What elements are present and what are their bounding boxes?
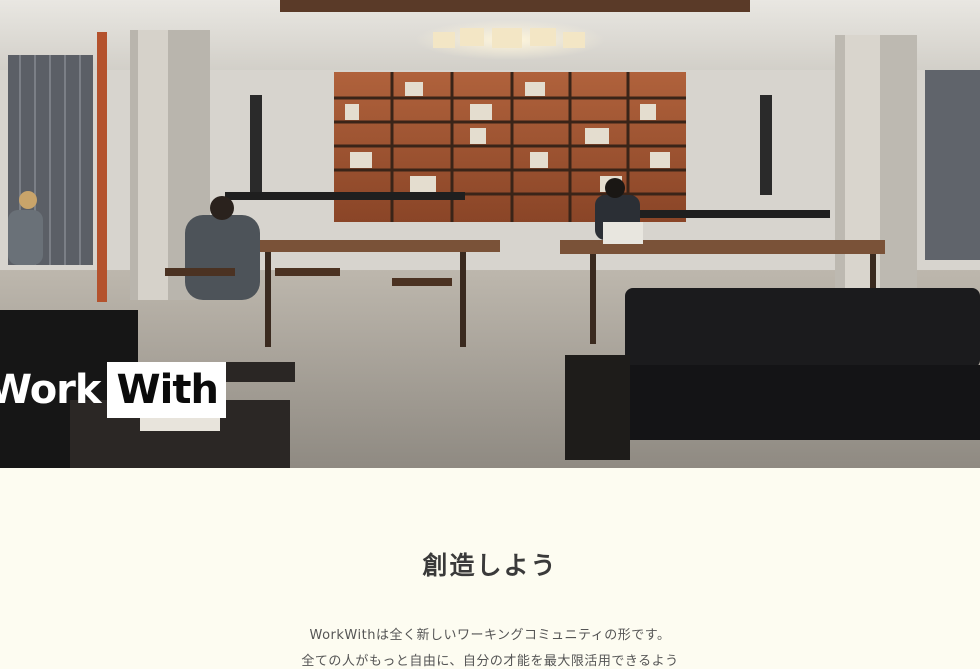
person-3 [8,210,43,265]
table-left [250,240,500,252]
logo-text-work: Work [0,367,102,413]
intro-section: 創造しよう WorkWithは全く新しいワーキングコミュニティの形です。 全ての… [0,468,980,669]
side-table [565,355,630,460]
ceiling-beam [280,0,750,12]
person-1 [185,215,260,300]
workwith-logo: Work With [0,362,226,418]
sofa [625,288,980,368]
section-title: 創造しよう [422,551,558,580]
logo-text-with: With [106,362,226,418]
red-pipe [97,32,107,302]
right-window [925,70,980,260]
intro-line-2: 全ての人がもっと自由に、自分の才能を最大限活用できるよう [301,654,679,669]
intro-line-1: WorkWithは全く新しいワーキングコミュニティの形です。 [309,628,671,643]
hero-image: Work With [0,0,980,468]
